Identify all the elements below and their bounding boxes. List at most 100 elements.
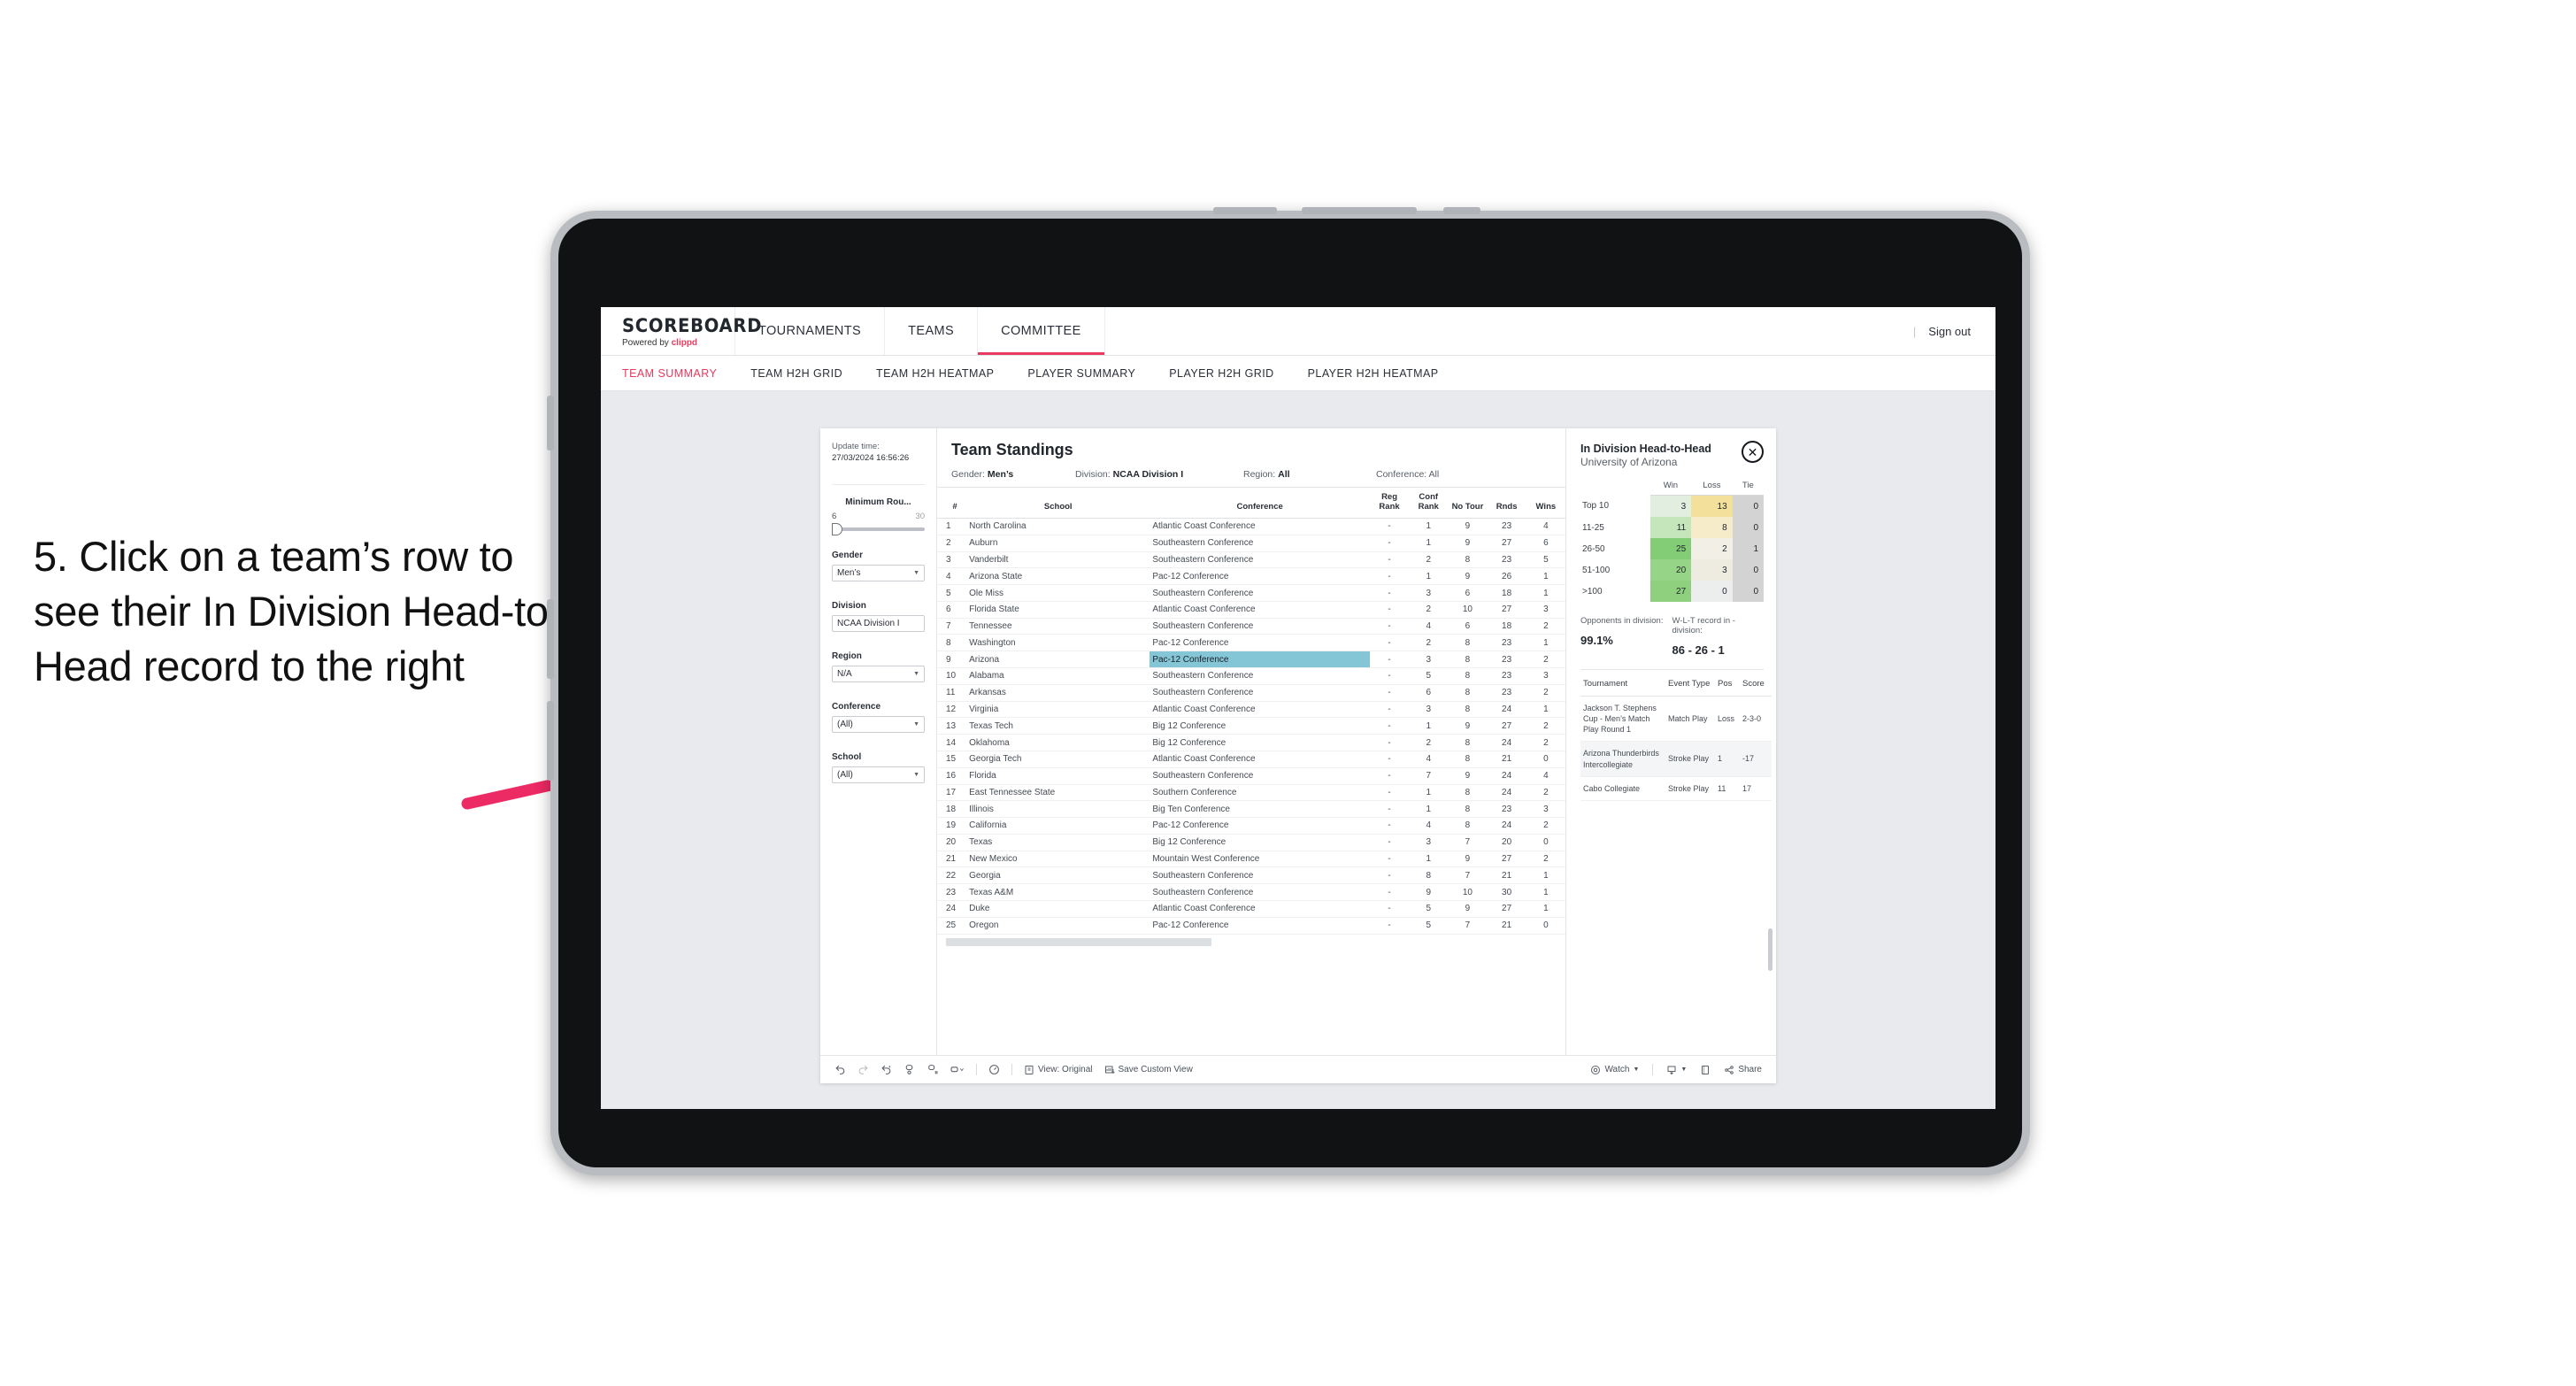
cell-rnds: 23: [1487, 800, 1526, 819]
download-button[interactable]: ▼: [1666, 1065, 1687, 1075]
table-row[interactable]: 10 Alabama Southeastern Conference -5 8 23 3: [937, 667, 1565, 685]
table-row[interactable]: 15 Georgia Tech Atlantic Coast Conference -…: [937, 751, 1565, 768]
watch-button[interactable]: Watch ▼: [1590, 1065, 1639, 1075]
nav-item-teams[interactable]: TEAMS: [885, 307, 979, 355]
pause-icon[interactable]: [927, 1064, 938, 1075]
cell-score: 17: [1740, 776, 1772, 801]
highlight-icon[interactable]: [950, 1064, 965, 1075]
fullscreen-button[interactable]: [1700, 1065, 1711, 1075]
brand-title: SCOREBOARD: [622, 314, 763, 336]
cell-no-tour: 9: [1448, 567, 1488, 586]
cell-wins: 2: [1526, 784, 1565, 802]
table-row[interactable]: 5 Ole Miss Southeastern Conference -3 6 18 1: [937, 584, 1565, 602]
cell-conf-rank: 1: [1409, 518, 1449, 535]
summary-record-value: 86 - 26 - 1: [1672, 643, 1725, 657]
cell-tournament-name: Arizona Thunderbirds Intercollegiate: [1580, 741, 1665, 777]
tournament-table: Tournament Event Type Pos Score Jackson …: [1580, 672, 1772, 801]
table-row[interactable]: 13 Texas Tech Big 12 Conference -1 9 27 2: [937, 717, 1565, 735]
table-row[interactable]: 9 Arizona Pac-12 Conference -3 8 23 2: [937, 651, 1565, 669]
table-row[interactable]: 21 New Mexico Mountain West Conference -1 9 2…: [937, 851, 1565, 868]
save-custom-view-button[interactable]: Save Custom View: [1104, 1065, 1193, 1075]
filter-school-select[interactable]: (All) ▼: [832, 766, 925, 783]
table-row[interactable]: 3 Vanderbilt Southeastern Conference -2 8 23 5: [937, 551, 1565, 569]
filter-sidebar: Update time: 27/03/2024 16:56:26 Minimum…: [820, 428, 937, 1055]
table-row[interactable]: 17 East Tennessee State Southern Conferenc…: [937, 784, 1565, 802]
cell-reg-rank: -: [1369, 851, 1410, 868]
cell-rnds: 18: [1487, 618, 1526, 635]
nav-item-committee[interactable]: COMMITTEE: [978, 307, 1105, 355]
slider-track[interactable]: [832, 522, 925, 535]
table-row[interactable]: 12 Virginia Atlantic Coast Conference -3 8 24…: [937, 701, 1565, 719]
tab-player-summary[interactable]: PLAYER SUMMARY: [1027, 367, 1135, 380]
cell-conference: Mountain West Conference: [1150, 851, 1370, 868]
cell-conference: Pac-12 Conference: [1150, 567, 1370, 586]
close-icon[interactable]: ✕: [1742, 441, 1764, 463]
slider-handle[interactable]: [832, 522, 842, 535]
chevron-down-icon: ▼: [913, 670, 919, 677]
heatmap-row: 26-50 25 2 1: [1580, 538, 1764, 559]
cell-rank: 21: [937, 851, 967, 868]
cell-wins: 6: [1526, 535, 1565, 552]
save-custom-view-label: Save Custom View: [1118, 1065, 1193, 1074]
heatmap-row: 51-100 20 3 0: [1580, 559, 1764, 581]
tab-team-h2h-grid[interactable]: TEAM H2H GRID: [750, 367, 842, 380]
tournament-row[interactable]: Cabo Collegiate Stroke Play 11 17: [1580, 776, 1772, 801]
table-row[interactable]: 24 Duke Atlantic Coast Conference -5 9 27 1: [937, 900, 1565, 918]
table-row[interactable]: 7 Tennessee Southeastern Conference -4 6 18 2: [937, 618, 1565, 635]
device-button-left-1: [547, 396, 554, 450]
view-original-button[interactable]: View: Original: [1024, 1065, 1093, 1075]
cell-rank: 9: [937, 651, 967, 669]
share-button[interactable]: Share: [1724, 1065, 1762, 1075]
cell-rank: 6: [937, 601, 967, 619]
col-wins: Wins: [1526, 488, 1565, 519]
heatmap-cell-tie: 1: [1732, 538, 1764, 559]
table-row[interactable]: 18 Illinois Big Ten Conference -1 8 23 3: [937, 800, 1565, 819]
table-row[interactable]: 22 Georgia Southeastern Conference -8 7 21 1: [937, 866, 1565, 885]
table-row[interactable]: 1 North Carolina Atlantic Coast Conference…: [937, 518, 1565, 535]
cell-reg-rank: -: [1369, 567, 1410, 586]
undo-icon[interactable]: [834, 1064, 846, 1075]
filter-conference-select[interactable]: (All) ▼: [832, 715, 925, 733]
fit-icon[interactable]: [988, 1064, 1000, 1075]
filter-division-value: NCAA Division I: [837, 618, 900, 628]
tournament-row[interactable]: Jackson T. Stephens Cup - Men’s Match Pl…: [1580, 696, 1772, 743]
tab-player-h2h-grid[interactable]: PLAYER H2H GRID: [1169, 367, 1273, 380]
summary-record: W-L-T record in -division: 86 - 26 - 1: [1672, 616, 1765, 657]
brand-logo[interactable]: SCOREBOARD Powered by clippd: [601, 307, 763, 355]
table-row[interactable]: 19 California Pac-12 Conference -4 8 24 2: [937, 817, 1565, 835]
cell-wins: 2: [1526, 684, 1565, 702]
redo-icon[interactable]: [857, 1064, 869, 1075]
brand-subtitle: Powered by clippd: [622, 338, 734, 348]
table-row[interactable]: 6 Florida State Atlantic Coast Conference -…: [937, 601, 1565, 619]
nav-item-tournaments[interactable]: TOURNAMENTS: [735, 307, 886, 355]
tab-player-h2h-heatmap[interactable]: PLAYER H2H HEATMAP: [1308, 367, 1439, 380]
table-row[interactable]: 23 Texas A&M Southeastern Conference -9 10 30…: [937, 883, 1565, 901]
cell-conf-rank: 1: [1409, 784, 1449, 802]
standings-table-scroll[interactable]: # School Conference Reg Rank Conf Rank N…: [937, 487, 1565, 1055]
cell-no-tour: 9: [1448, 518, 1488, 535]
filter-gender-select[interactable]: Men’s ▼: [832, 564, 925, 581]
table-row[interactable]: 4 Arizona State Pac-12 Conference -1 9 26 1: [937, 567, 1565, 586]
revert-icon[interactable]: [880, 1064, 892, 1075]
table-row[interactable]: 25 Oregon Pac-12 Conference -5 7 21 0: [937, 917, 1565, 935]
cell-rnds: 23: [1487, 684, 1526, 702]
table-row[interactable]: 14 Oklahoma Big 12 Conference -2 8 24 2: [937, 734, 1565, 751]
table-row[interactable]: 16 Florida Southeastern Conference -7 9 24 4: [937, 767, 1565, 785]
filter-division-select[interactable]: NCAA Division I: [832, 614, 925, 632]
cell-no-tour: 10: [1448, 601, 1488, 619]
table-row[interactable]: 2 Auburn Southeastern Conference -1 9 27 6: [937, 535, 1565, 552]
tab-team-h2h-heatmap[interactable]: TEAM H2H HEATMAP: [876, 367, 994, 380]
cell-rank: 23: [937, 883, 967, 901]
tab-team-summary[interactable]: TEAM SUMMARY: [622, 367, 717, 380]
tournament-scrollbar[interactable]: [1768, 928, 1772, 971]
tournament-row[interactable]: Arizona Thunderbirds Intercollegiate Stro…: [1580, 741, 1772, 777]
filter-region-select[interactable]: N/A ▼: [832, 665, 925, 682]
table-row[interactable]: 8 Washington Pac-12 Conference -2 8 23 1: [937, 634, 1565, 652]
horizontal-scrollbar[interactable]: [946, 937, 1211, 946]
table-row[interactable]: 20 Texas Big 12 Conference -3 7 20 0: [937, 834, 1565, 851]
col-score: Score: [1740, 672, 1772, 697]
sign-out-link[interactable]: Sign out: [1928, 325, 1971, 338]
table-row[interactable]: 11 Arkansas Southeastern Conference -6 8 23 2: [937, 684, 1565, 702]
cell-conf-rank: 9: [1409, 883, 1449, 901]
refresh-icon[interactable]: [904, 1064, 915, 1075]
